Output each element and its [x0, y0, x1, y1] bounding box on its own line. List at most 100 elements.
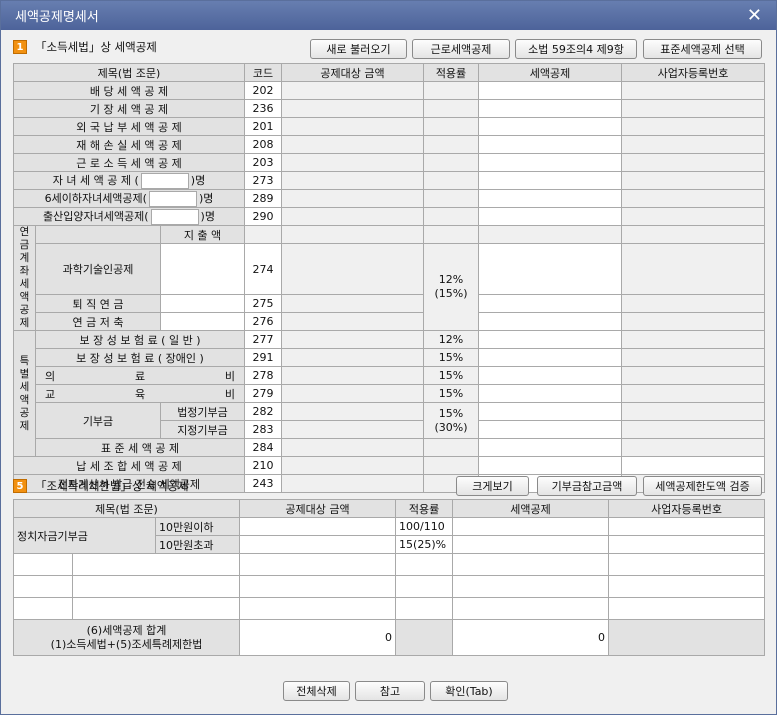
- row-278: 의 료 비 278 15%: [14, 366, 765, 385]
- credit-input[interactable]: [478, 420, 622, 439]
- credit-input[interactable]: [478, 171, 622, 190]
- base-cell: [281, 456, 424, 475]
- credit-input[interactable]: [478, 348, 622, 367]
- bizno-input[interactable]: [621, 456, 765, 475]
- row-label-a: 의: [45, 369, 56, 383]
- total-bizno-cell: [608, 619, 766, 656]
- spend-input[interactable]: [160, 294, 245, 313]
- rate-cell: [423, 456, 479, 475]
- base-input[interactable]: [239, 517, 397, 536]
- row-label: 법정기부금: [160, 402, 245, 421]
- section1-title: 「소득세법」상 세액공제: [35, 40, 157, 54]
- row-code: 291: [244, 348, 282, 367]
- section5-table: 제목(법 조문) 공제대상 금액 적용률 세액공제 사업자등록번호 정치자금기부…: [12, 499, 766, 656]
- credit-input[interactable]: [478, 99, 622, 118]
- row-code: 243: [244, 474, 282, 493]
- base-cell: [281, 384, 424, 403]
- row-label: 퇴 직 연 금: [35, 294, 161, 313]
- spend-input[interactable]: [160, 243, 245, 295]
- bizno-input[interactable]: [608, 517, 766, 536]
- credit-input[interactable]: [452, 517, 610, 536]
- row-label-suffix: )명: [198, 192, 214, 205]
- base-cell: [281, 171, 424, 190]
- reload-button[interactable]: 새로 불러오기: [310, 39, 407, 59]
- total-credit: 0: [452, 619, 610, 656]
- base-cell: [281, 81, 424, 100]
- credit-input[interactable]: [478, 366, 622, 385]
- bizno-cell: [621, 330, 765, 349]
- base-input[interactable]: [239, 535, 397, 554]
- credit-input[interactable]: [478, 243, 622, 295]
- credit-input[interactable]: [478, 402, 622, 421]
- empty-row: [13, 575, 766, 598]
- base-cell: [281, 153, 424, 172]
- rate-cell: 15%: [423, 384, 479, 403]
- credit-input[interactable]: [478, 294, 622, 313]
- row-label: 재 해 손 실 세 액 공 제: [13, 135, 245, 154]
- zoom-view-button[interactable]: 크게보기: [456, 476, 529, 496]
- row-code: 210: [244, 456, 282, 475]
- bizno-cell: [621, 420, 765, 439]
- delete-all-button[interactable]: 전체삭제: [283, 681, 350, 701]
- credit-input[interactable]: [452, 535, 610, 554]
- credit-input[interactable]: [478, 384, 622, 403]
- row-code: 284: [244, 438, 282, 457]
- row-203: 근 로 소 득 세 액 공 제 203: [13, 153, 765, 172]
- row-label: 배 당 세 액 공 제: [13, 81, 245, 100]
- child-count-input[interactable]: [140, 173, 189, 189]
- row-label-suffix: )명: [200, 210, 215, 223]
- credit-input[interactable]: [478, 153, 622, 172]
- row-code: 273: [244, 171, 282, 190]
- row-code: 275: [244, 294, 282, 313]
- credit-input[interactable]: [478, 117, 622, 136]
- row-code: 290: [244, 207, 282, 226]
- credit-limit-check-button[interactable]: 세액공제한도액 검증: [643, 476, 762, 496]
- row-label: 연 금 저 축: [35, 312, 161, 331]
- credit-input[interactable]: [478, 189, 622, 208]
- credit-input[interactable]: [478, 330, 622, 349]
- reference-button[interactable]: 참고: [355, 681, 425, 701]
- row-label: 6세이하자녀세액공제(: [44, 192, 147, 205]
- row-277: 특별세액공제 보 장 성 보 험 료 ( 일 반 ) 277 12%: [13, 330, 765, 457]
- credit-input[interactable]: [478, 456, 622, 475]
- article59-button[interactable]: 소법 59조의4 제9항: [515, 39, 637, 59]
- close-icon[interactable]: ✕: [747, 5, 762, 26]
- bizno-input[interactable]: [608, 535, 766, 554]
- credit-input[interactable]: [478, 207, 622, 226]
- row-label: 외 국 납 부 세 액 공 제: [13, 117, 245, 136]
- header-code: 코드: [244, 63, 282, 82]
- bizno-cell: [621, 312, 765, 331]
- row-pension-header: 연금계좌세액공제 지 출 액: [13, 225, 765, 331]
- bizno-cell: [621, 348, 765, 367]
- rate-cell: 12%: [423, 330, 479, 349]
- row-236: 기 장 세 액 공 제 236: [13, 99, 765, 118]
- donation-reference-button[interactable]: 기부금참고금액: [537, 476, 637, 496]
- bizno-cell: [621, 366, 765, 385]
- row-label: 보 장 성 보 험 료 ( 일 반 ): [35, 330, 245, 349]
- under6-count-input[interactable]: [148, 191, 197, 207]
- credit-input[interactable]: [478, 135, 622, 154]
- special-group-label: 특별세액공제: [13, 330, 36, 457]
- row-code: 279: [244, 384, 282, 403]
- base-cell: [281, 135, 424, 154]
- row-label: 근 로 소 득 세 액 공 제: [13, 153, 245, 172]
- total-rate-cell: [395, 619, 454, 656]
- window-title: 세액공제명세서: [15, 10, 99, 25]
- row-label: 보 장 성 보 험 료 ( 장애인 ): [35, 348, 245, 367]
- section5-title: 「조세특례제한법」상 세액공제: [35, 479, 189, 493]
- earned-income-credit-button[interactable]: 근로세액공제: [412, 39, 510, 59]
- spend-input[interactable]: [160, 312, 245, 331]
- confirm-button[interactable]: 확인(Tab): [430, 681, 508, 701]
- credit-input[interactable]: [478, 438, 622, 457]
- row-label-suffix: )명: [190, 174, 206, 187]
- credit-input[interactable]: [478, 312, 622, 331]
- row-label-b: 육: [134, 387, 146, 401]
- credit-input[interactable]: [478, 81, 622, 100]
- bizno-cell: [621, 384, 765, 403]
- row-282: 기부금 법정기부금 282 15% (30%): [14, 402, 765, 439]
- row-label: 납 세 조 합 세 액 공 제: [13, 456, 245, 475]
- standard-credit-select-button[interactable]: 표준세액공제 선택: [643, 39, 762, 59]
- birth-count-input[interactable]: [150, 209, 199, 225]
- row-code: 202: [244, 81, 282, 100]
- row-208: 재 해 손 실 세 액 공 제 208: [13, 135, 765, 154]
